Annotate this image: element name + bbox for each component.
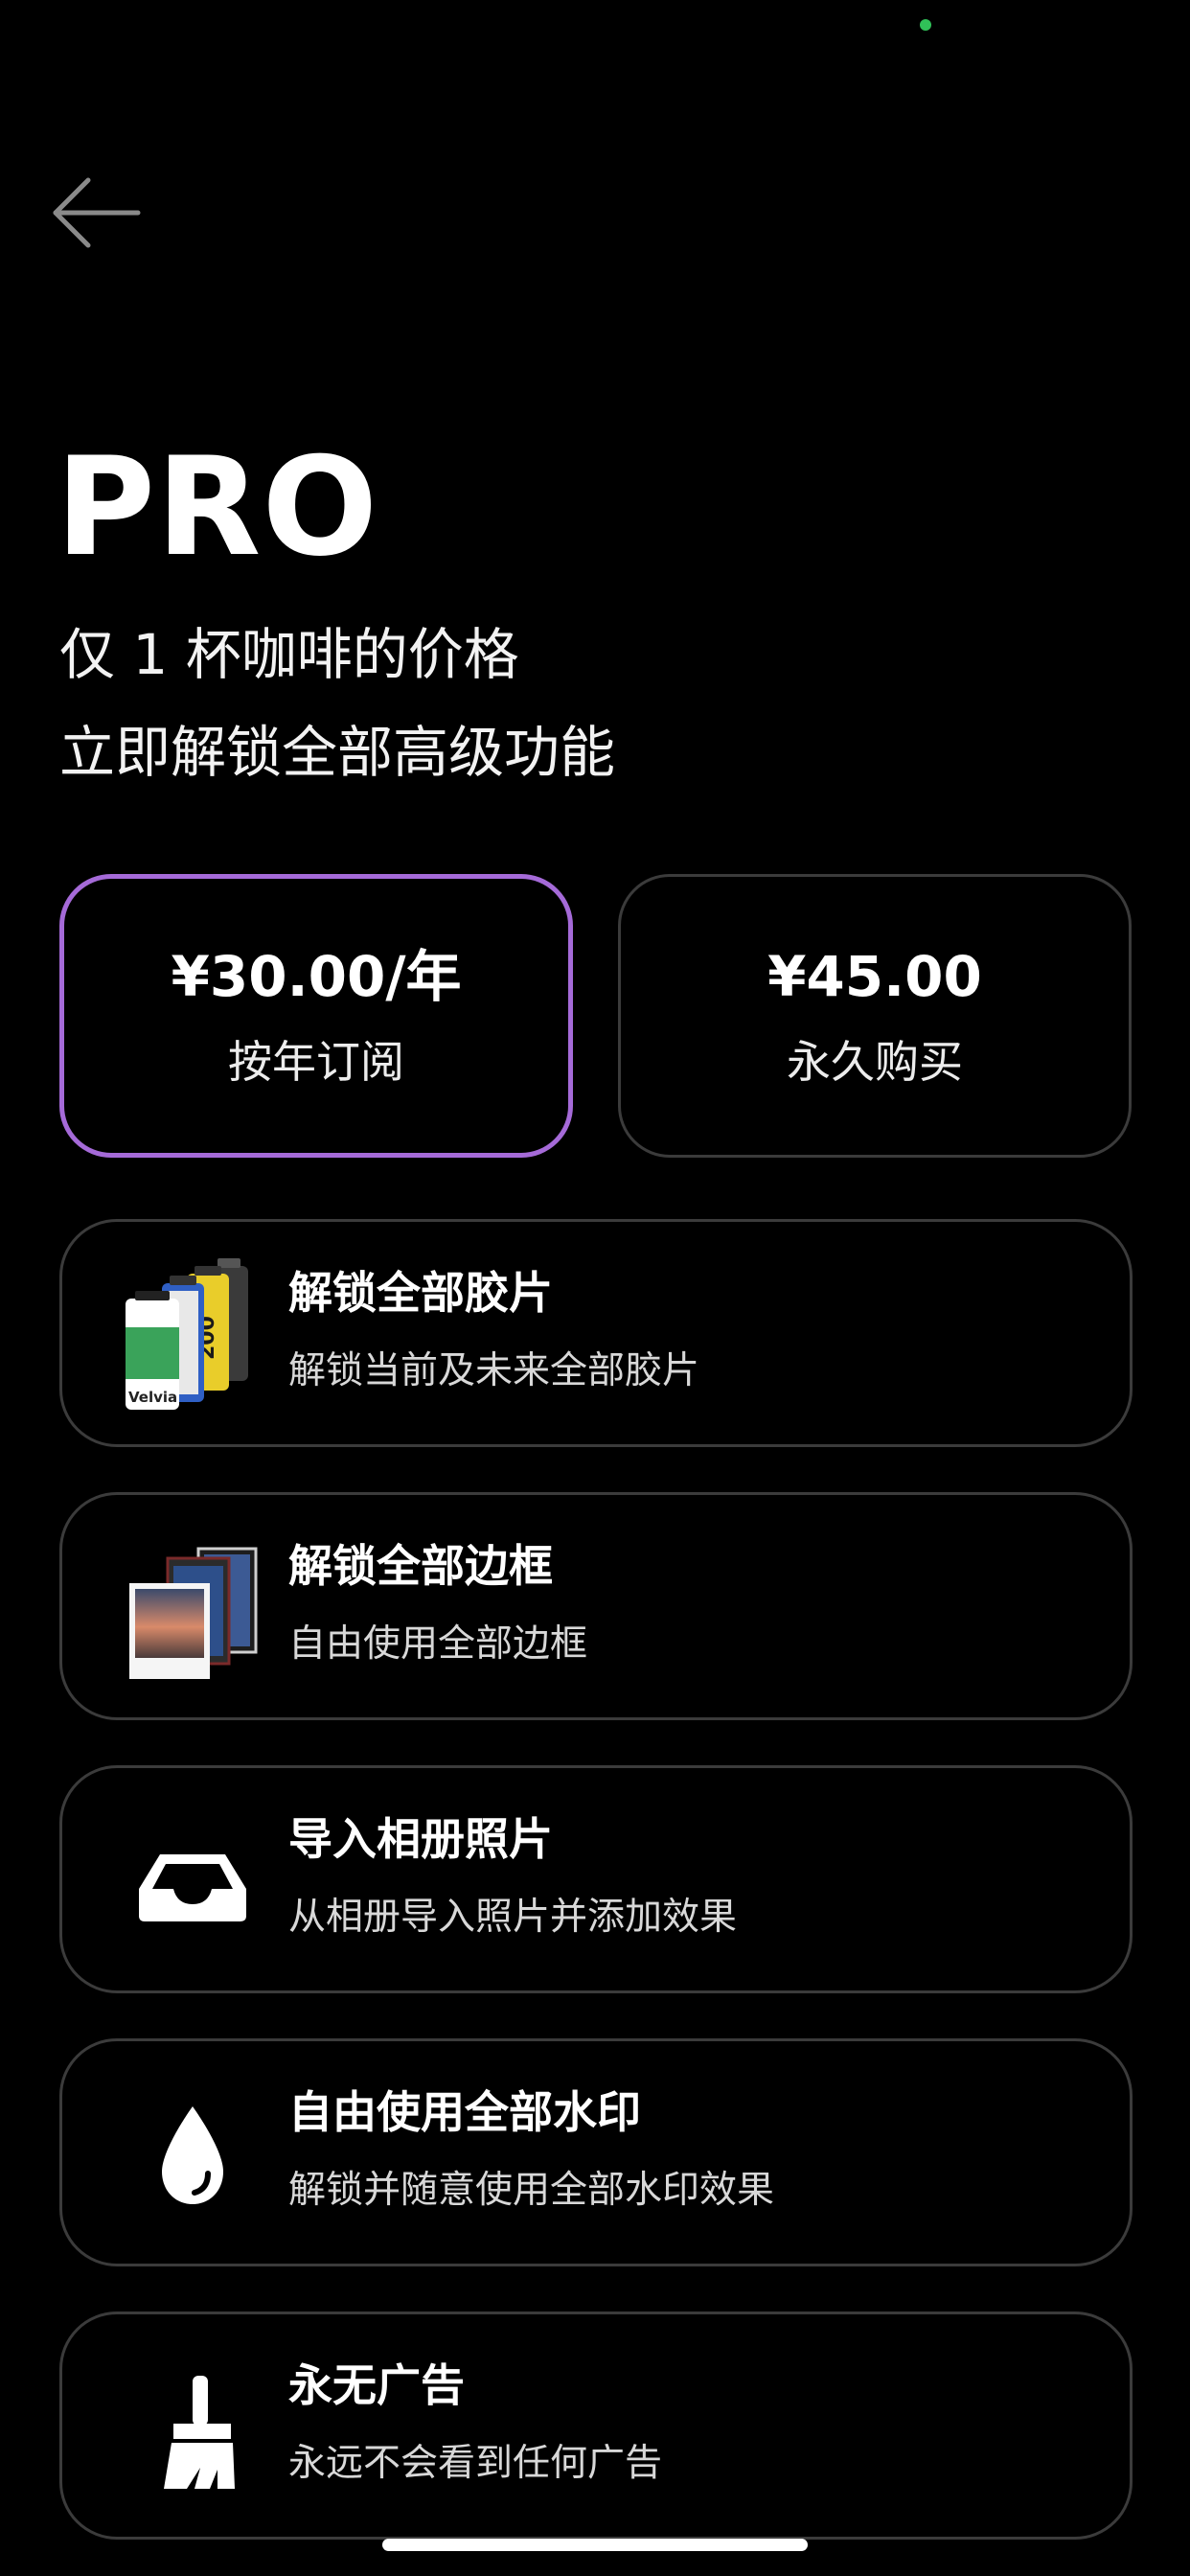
- feature-desc-films: 解锁当前及未来全部胶片: [288, 1349, 700, 1392]
- photo-frames-icon: [118, 1528, 267, 1685]
- feature-desc-watermark: 解锁并随意使用全部水印效果: [288, 2169, 775, 2212]
- subtitle-price-note: 仅 1 杯咖啡的价格: [59, 622, 519, 687]
- feature-desc-frames: 自由使用全部边框: [288, 1622, 588, 1666]
- broom-icon: [118, 2347, 267, 2504]
- feature-title-watermark: 自由使用全部水印: [288, 2086, 641, 2138]
- plan-annual-price: ¥30.00/年: [171, 944, 462, 1009]
- inbox-tray-icon: [118, 1801, 267, 1958]
- plan-lifetime-option[interactable]: ¥45.00 永久购买: [618, 874, 1132, 1158]
- plan-lifetime-price: ¥45.00: [767, 944, 982, 1009]
- feature-desc-no-ads: 永远不会看到任何广告: [288, 2442, 663, 2485]
- feature-item-films: 200 Velvia 解锁全部胶片 解锁当前及未来全部胶片: [59, 1219, 1133, 1447]
- feature-desc-import: 从相册导入照片并添加效果: [288, 1896, 738, 1939]
- feature-title-import: 导入相册照片: [288, 1813, 553, 1865]
- plan-annual-label: 按年订阅: [228, 1036, 404, 1088]
- svg-text:Velvia: Velvia: [128, 1389, 177, 1406]
- subtitle-unlock-note: 立即解锁全部高级功能: [59, 720, 616, 785]
- home-indicator[interactable]: [382, 2539, 808, 2551]
- page-title: PRO: [56, 428, 379, 586]
- back-button[interactable]: [50, 172, 153, 253]
- feature-title-films: 解锁全部胶片: [288, 1267, 553, 1319]
- feature-item-watermark: 自由使用全部水印 解锁并随意使用全部水印效果: [59, 2038, 1133, 2266]
- plan-annual-option[interactable]: ¥30.00/年 按年订阅: [59, 874, 573, 1158]
- status-indicator-dot: [920, 19, 931, 31]
- feature-title-no-ads: 永无广告: [288, 2359, 465, 2411]
- film-canisters-icon: 200 Velvia: [118, 1254, 267, 1412]
- feature-item-no-ads: 永无广告 永远不会看到任何广告: [59, 2312, 1133, 2540]
- feature-item-import: 导入相册照片 从相册导入照片并添加效果: [59, 1765, 1133, 1993]
- feature-title-frames: 解锁全部边框: [288, 1540, 553, 1592]
- water-drop-icon: [118, 2074, 267, 2231]
- feature-item-frames: 解锁全部边框 自由使用全部边框: [59, 1492, 1133, 1720]
- plan-lifetime-label: 永久购买: [787, 1036, 963, 1088]
- arrow-left-icon: [53, 177, 141, 248]
